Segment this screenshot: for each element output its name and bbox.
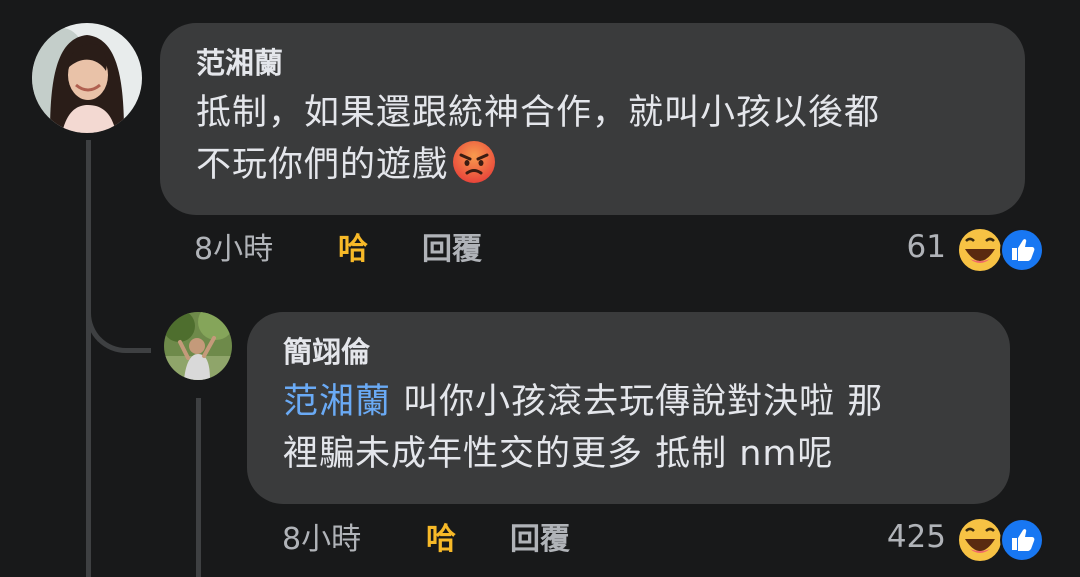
reaction-icons[interactable] (956, 517, 1046, 563)
avatar[interactable] (164, 312, 232, 380)
reaction-button[interactable]: 哈 (426, 520, 456, 560)
haha-reaction-icon (957, 517, 1003, 563)
comment-author[interactable]: 簡翊倫 (283, 334, 1010, 370)
comment-text-line: 抵制，如果還跟統神合作，就叫小孩以後都 (196, 93, 881, 133)
comment-actions: 8小時 哈 回覆 (282, 520, 682, 560)
comment-text-segment: 不玩你們的遊戲 (196, 145, 449, 185)
like-reaction-icon (1000, 518, 1044, 562)
like-reaction-icon (1000, 228, 1044, 272)
comment-text: 范湘蘭 叫你小孩滾去玩傳說對決啦 那 裡騙未成年性交的更多 抵制 nm呢 (283, 376, 1010, 480)
comment-bubble: 簡翊倫 范湘蘭 叫你小孩滾去玩傳說對決啦 那 裡騙未成年性交的更多 抵制 nm呢 (247, 312, 1010, 504)
comment-text-line: 不玩你們的遊戲 (196, 139, 1025, 191)
reaction-button[interactable]: 哈 (338, 230, 368, 270)
comment-author[interactable]: 范湘蘭 (196, 45, 1025, 81)
reaction-count[interactable]: 61 (880, 229, 946, 265)
comment-text-line: 范湘蘭 叫你小孩滾去玩傳說對決啦 那 (283, 376, 1010, 428)
haha-reaction-icon (957, 227, 1003, 273)
avatar[interactable] (32, 23, 142, 133)
comment-timestamp[interactable]: 8小時 (194, 230, 273, 270)
angry-emoji-icon (452, 140, 496, 184)
comment-actions: 8小時 哈 回覆 (194, 230, 594, 270)
comment-bubble: 范湘蘭 抵制，如果還跟統神合作，就叫小孩以後都 不玩你們的遊戲 (160, 23, 1025, 215)
reply-button[interactable]: 回覆 (510, 520, 570, 560)
reaction-icons[interactable] (956, 227, 1046, 273)
comment-text: 抵制，如果還跟統神合作，就叫小孩以後都 不玩你們的遊戲 (196, 87, 1025, 191)
comment-timestamp[interactable]: 8小時 (282, 520, 361, 560)
thread-line-reply (196, 398, 201, 577)
comment-text-segment: 叫你小孩滾去玩傳說對決啦 那 (391, 382, 884, 422)
reply-button[interactable]: 回覆 (422, 230, 482, 270)
thread-line-branch (86, 300, 151, 353)
mention-link[interactable]: 范湘蘭 (283, 382, 391, 422)
comment-text-line: 裡騙未成年性交的更多 抵制 nm呢 (283, 434, 834, 474)
thread-line-main (86, 140, 91, 577)
reaction-count[interactable]: 425 (860, 519, 946, 555)
